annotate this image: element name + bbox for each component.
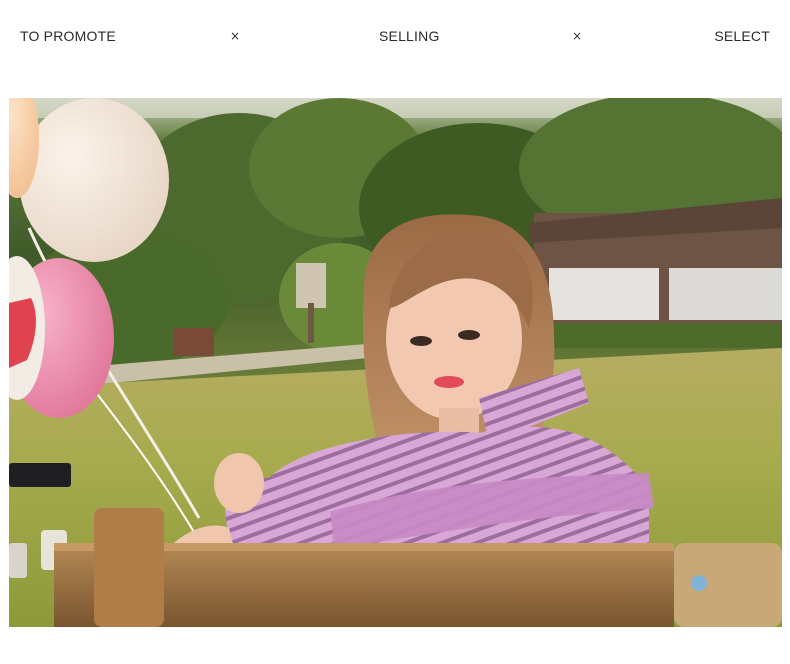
top-nav-bar: TO PROMOTE × SELLING × SELECT	[0, 0, 790, 72]
product-photo	[9, 98, 782, 627]
nav-separator-1: ×	[230, 29, 241, 43]
nav-separator-2: ×	[572, 29, 583, 43]
nav-item-to-promote[interactable]: TO PROMOTE	[20, 28, 116, 44]
nav-item-select[interactable]: SELECT	[714, 28, 770, 44]
nav-item-selling[interactable]: SELLING	[379, 28, 440, 44]
product-photo-illustration	[9, 98, 782, 627]
page: TO PROMOTE × SELLING × SELECT	[0, 0, 790, 664]
